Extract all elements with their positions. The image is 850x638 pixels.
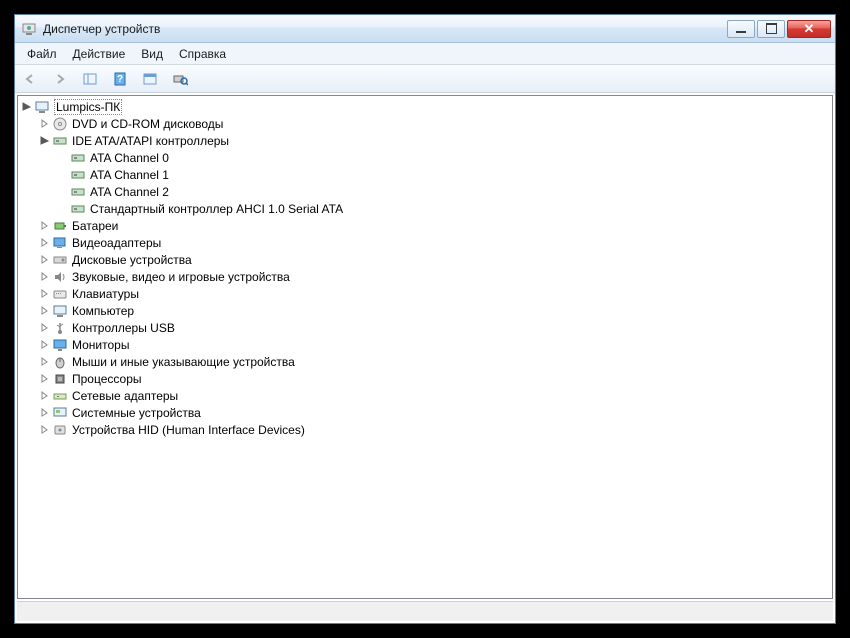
tree-item-computer[interactable]: Компьютер	[38, 302, 830, 319]
tree-item-dvd[interactable]: DVD и CD-ROM дисководы	[38, 115, 830, 132]
tree-item-keyboard[interactable]: Клавиатуры	[38, 285, 830, 302]
tree-label: Мониторы	[72, 338, 129, 352]
ahci-controller-icon	[70, 201, 86, 217]
tree-label: Системные устройства	[72, 406, 201, 420]
tree-label: ATA Channel 2	[90, 185, 169, 199]
tree-item-system[interactable]: Системные устройства	[38, 404, 830, 421]
tree-label: Компьютер	[72, 304, 134, 318]
tree-item-batteries[interactable]: Батареи	[38, 217, 830, 234]
tree-label: ATA Channel 0	[90, 151, 169, 165]
menu-help[interactable]: Справка	[171, 45, 234, 63]
expand-icon[interactable]	[38, 271, 50, 283]
tree-item-usb[interactable]: Контроллеры USB	[38, 319, 830, 336]
tree-item-ata-channel-2[interactable]: ATA Channel 2	[56, 183, 830, 200]
computer-device-icon	[52, 303, 68, 319]
tree-label: IDE ATA/ATAPI контроллеры	[72, 134, 229, 148]
collapse-icon[interactable]	[20, 101, 32, 113]
network-icon	[52, 388, 68, 404]
cpu-icon	[52, 371, 68, 387]
app-icon	[21, 21, 37, 37]
tree-label: Контроллеры USB	[72, 321, 175, 335]
sound-icon	[52, 269, 68, 285]
tree-label: Видеоадаптеры	[72, 236, 161, 250]
usb-icon	[52, 320, 68, 336]
ata-channel-icon	[70, 150, 86, 166]
forward-button[interactable]	[49, 68, 71, 90]
expand-icon[interactable]	[38, 339, 50, 351]
disk-icon	[52, 252, 68, 268]
tree-label: Звуковые, видео и игровые устройства	[72, 270, 290, 284]
expand-icon[interactable]	[38, 220, 50, 232]
expand-icon[interactable]	[38, 424, 50, 436]
expand-icon[interactable]	[38, 288, 50, 300]
tree-label: Батареи	[72, 219, 118, 233]
window-title: Диспетчер устройств	[43, 22, 727, 36]
tree-item-monitor[interactable]: Мониторы	[38, 336, 830, 353]
tree-item-sound[interactable]: Звуковые, видео и игровые устройства	[38, 268, 830, 285]
expand-icon[interactable]	[38, 390, 50, 402]
menu-file[interactable]: Файл	[19, 45, 65, 63]
window-buttons: ✕	[727, 20, 831, 38]
tree-label: Мыши и иные указывающие устройства	[72, 355, 295, 369]
help-button[interactable]: ?	[109, 68, 131, 90]
monitor-icon	[52, 337, 68, 353]
expand-icon[interactable]	[38, 322, 50, 334]
maximize-button[interactable]	[757, 20, 785, 38]
tree-item-ata-channel-1[interactable]: ATA Channel 1	[56, 166, 830, 183]
expand-icon[interactable]	[38, 407, 50, 419]
tree-item-disk[interactable]: Дисковые устройства	[38, 251, 830, 268]
minimize-button[interactable]	[727, 20, 755, 38]
expand-icon[interactable]	[38, 356, 50, 368]
tree-item-network[interactable]: Сетевые адаптеры	[38, 387, 830, 404]
dvd-icon	[52, 116, 68, 132]
tree-item-display[interactable]: Видеоадаптеры	[38, 234, 830, 251]
expand-icon[interactable]	[38, 254, 50, 266]
toolbar: ?	[15, 65, 835, 93]
titlebar[interactable]: Диспетчер устройств ✕	[15, 15, 835, 43]
tree-label: ATA Channel 1	[90, 168, 169, 182]
display-adapter-icon	[52, 235, 68, 251]
system-device-icon	[52, 405, 68, 421]
collapse-icon[interactable]	[38, 135, 50, 147]
battery-icon	[52, 218, 68, 234]
tree-item-mouse[interactable]: Мыши и иные указывающие устройства	[38, 353, 830, 370]
expand-icon[interactable]	[38, 237, 50, 249]
menubar: Файл Действие Вид Справка	[15, 43, 835, 65]
menu-view[interactable]: Вид	[133, 45, 171, 63]
svg-text:?: ?	[117, 74, 123, 85]
expand-icon[interactable]	[38, 118, 50, 130]
back-button[interactable]	[19, 68, 41, 90]
tree-item-ide[interactable]: IDE ATA/ATAPI контроллеры	[38, 132, 830, 149]
computer-icon	[34, 99, 50, 115]
menu-action[interactable]: Действие	[65, 45, 134, 63]
tree-item-cpu[interactable]: Процессоры	[38, 370, 830, 387]
tree-item-ata-channel-0[interactable]: ATA Channel 0	[56, 149, 830, 166]
expand-icon[interactable]	[38, 305, 50, 317]
statusbar	[17, 601, 833, 621]
device-manager-window: Диспетчер устройств ✕ Файл Действие Вид …	[14, 14, 836, 624]
hid-icon	[52, 422, 68, 438]
expand-icon[interactable]	[38, 373, 50, 385]
properties-button[interactable]	[139, 68, 161, 90]
tree-label: Сетевые адаптеры	[72, 389, 178, 403]
tree-root-computer[interactable]: Lumpics-ПК	[20, 98, 830, 115]
keyboard-icon	[52, 286, 68, 302]
tree-label: DVD и CD-ROM дисководы	[72, 117, 223, 131]
mouse-icon	[52, 354, 68, 370]
ide-controller-icon	[52, 133, 68, 149]
tree-label: Устройства HID (Human Interface Devices)	[72, 423, 305, 437]
tree-label: Lumpics-ПК	[54, 99, 122, 115]
tree-label: Стандартный контроллер AHCI 1.0 Serial A…	[90, 202, 343, 216]
close-button[interactable]: ✕	[787, 20, 831, 38]
ata-channel-icon	[70, 167, 86, 183]
tree-panel[interactable]: Lumpics-ПК DVD и CD-ROM дисководы IDE AT…	[17, 95, 833, 599]
tree-label: Процессоры	[72, 372, 142, 386]
tree-item-hid[interactable]: Устройства HID (Human Interface Devices)	[38, 421, 830, 438]
tree-label: Клавиатуры	[72, 287, 139, 301]
tree-item-ahci[interactable]: Стандартный контроллер AHCI 1.0 Serial A…	[56, 200, 830, 217]
tree-label: Дисковые устройства	[72, 253, 192, 267]
scan-hardware-button[interactable]	[169, 68, 191, 90]
ata-channel-icon	[70, 184, 86, 200]
show-hide-console-tree-button[interactable]	[79, 68, 101, 90]
